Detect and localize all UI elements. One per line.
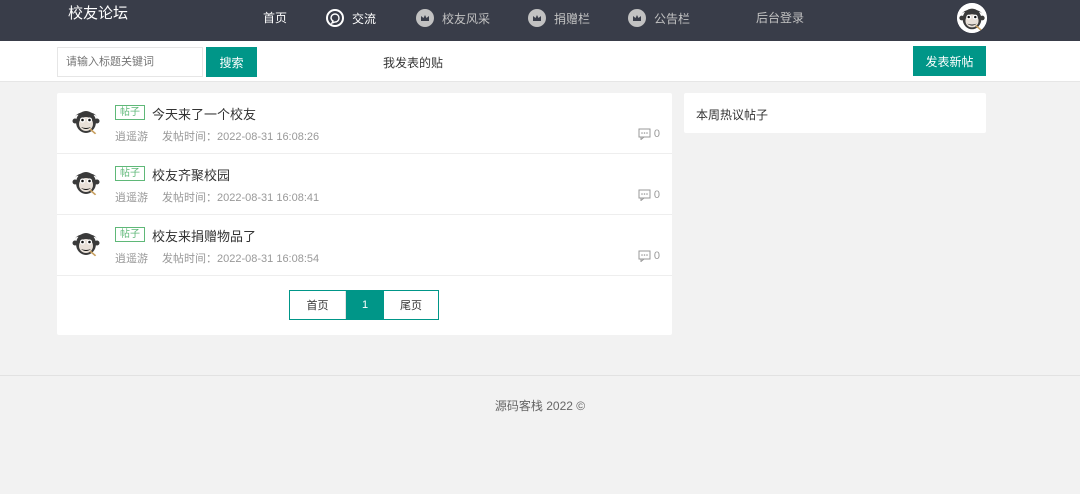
site-logo[interactable]: 校友论坛: [68, 2, 128, 23]
post-tag-badge: 帖子: [115, 227, 145, 242]
post-author: 逍遥游: [115, 253, 148, 265]
new-post-button[interactable]: 发表新帖: [913, 46, 986, 76]
toolbar: 搜索 我发表的贴 发表新帖: [0, 41, 1080, 82]
crown-icon: [528, 9, 546, 27]
pagination-first[interactable]: 首页: [290, 291, 346, 319]
comment-count-value: 0: [653, 189, 660, 201]
post-title[interactable]: 今天来了一个校友: [152, 104, 256, 123]
my-posts-link[interactable]: 我发表的贴: [383, 54, 443, 71]
user-avatar[interactable]: [957, 3, 987, 33]
nav-exchange[interactable]: 交流: [326, 9, 376, 27]
list-item[interactable]: 帖子 校友来捐赠物品了 逍遥游 发帖时间：2022-08-31 16:08:54…: [57, 215, 672, 276]
nav-admin-login[interactable]: 后台登录: [756, 9, 804, 26]
post-author: 逍遥游: [115, 131, 148, 143]
search-button[interactable]: 搜索: [206, 47, 257, 77]
comment-count-value: 0: [653, 128, 660, 140]
nav-alumni-style-label: 校友风采: [442, 11, 491, 26]
crown-icon: [628, 9, 646, 27]
post-title[interactable]: 校友来捐赠物品了: [152, 226, 256, 245]
search-input[interactable]: [57, 47, 203, 77]
post-tag-badge: 帖子: [115, 105, 145, 120]
comment-count: 0: [638, 189, 660, 201]
comment-count-value: 0: [653, 250, 660, 262]
post-title[interactable]: 校友齐聚校园: [152, 165, 230, 184]
nav-donation-label: 捐赠栏: [554, 11, 591, 26]
chat-bubble-icon: [326, 9, 344, 27]
nav-exchange-label: 交流: [352, 11, 377, 26]
nav-home[interactable]: 首页: [263, 9, 287, 26]
author-avatar[interactable]: [70, 166, 102, 198]
crown-icon: [416, 9, 434, 27]
comment-icon: [638, 128, 651, 140]
nav-donation[interactable]: 捐赠栏: [528, 9, 590, 27]
post-list: 帖子 今天来了一个校友 逍遥游 发帖时间：2022-08-31 16:08:26…: [57, 93, 672, 335]
author-avatar[interactable]: [70, 227, 102, 259]
top-header: 校友论坛 首页 交流 校友风采 捐赠栏 公告栏 后台登录: [0, 0, 1080, 41]
post-time: 发帖时间：2022-08-31 16:08:54: [162, 253, 320, 265]
nav-announcement[interactable]: 公告栏: [628, 9, 690, 27]
post-tag-badge: 帖子: [115, 166, 145, 181]
post-time: 发帖时间：2022-08-31 16:08:26: [162, 131, 320, 143]
list-item[interactable]: 帖子 今天来了一个校友 逍遥游 发帖时间：2022-08-31 16:08:26…: [57, 93, 672, 154]
pagination: 首页 1 尾页: [289, 290, 439, 320]
hot-posts-panel: 本周热议帖子: [684, 93, 986, 133]
post-time: 发帖时间：2022-08-31 16:08:41: [162, 192, 320, 204]
nav-alumni-style[interactable]: 校友风采: [416, 9, 490, 27]
footer: 源码客栈 2022 ©: [0, 375, 1080, 494]
footer-text: 源码客栈 2022 ©: [494, 399, 586, 413]
nav-home-label: 首页: [263, 11, 288, 25]
comment-icon: [638, 189, 651, 201]
list-item[interactable]: 帖子 校友齐聚校园 逍遥游 发帖时间：2022-08-31 16:08:41 0: [57, 154, 672, 215]
nav-admin-login-label: 后台登录: [756, 11, 805, 25]
nav-announcement-label: 公告栏: [654, 11, 691, 26]
pagination-current-page[interactable]: 1: [346, 291, 384, 319]
post-author: 逍遥游: [115, 192, 148, 204]
comment-count: 0: [638, 250, 660, 262]
pagination-last[interactable]: 尾页: [384, 291, 438, 319]
comment-count: 0: [638, 128, 660, 140]
comment-icon: [638, 250, 651, 262]
author-avatar[interactable]: [70, 105, 102, 137]
hot-posts-title: 本周热议帖子: [696, 108, 769, 122]
